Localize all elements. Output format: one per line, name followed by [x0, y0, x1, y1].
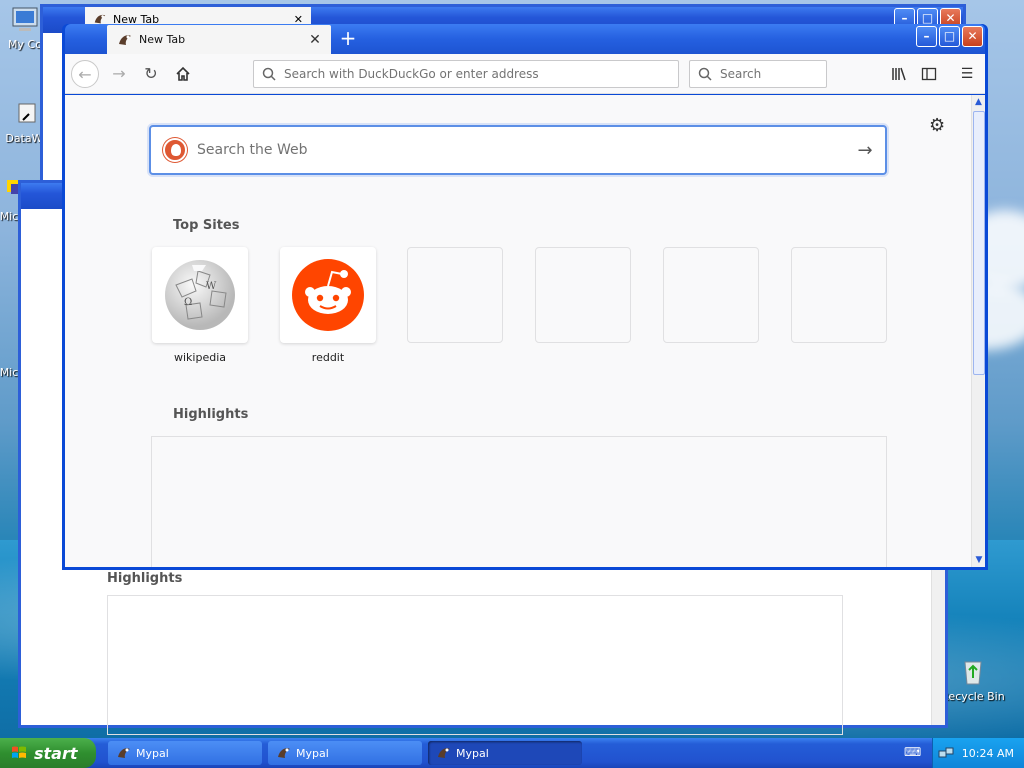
- browser-window[interactable]: New Tab ✕ + – □ ✕ ← → ↻ Search with Duck…: [62, 24, 988, 570]
- tab-bar: New Tab ✕ + – □ ✕: [65, 24, 985, 54]
- mypal-logo-icon: [438, 748, 450, 758]
- arrow-right-icon[interactable]: →: [845, 140, 885, 161]
- computer-icon: [12, 7, 38, 31]
- clock[interactable]: 10:24 AM: [962, 747, 1014, 760]
- windows-logo-icon: [12, 746, 26, 758]
- sidebar-icon: [921, 67, 937, 81]
- minimize-button[interactable]: –: [916, 26, 937, 47]
- mypal-logo-icon: [278, 748, 290, 758]
- svg-text:Ω: Ω: [184, 297, 192, 308]
- close-window-button[interactable]: ✕: [962, 26, 983, 47]
- menu-button[interactable]: ☰: [955, 62, 979, 86]
- taskbar-item[interactable]: Mypal: [268, 741, 422, 765]
- vertical-scrollbar[interactable]: ▲ ▼: [971, 95, 985, 567]
- address-placeholder: Search with DuckDuckGo or enter address: [284, 67, 539, 81]
- library-icon: [892, 67, 906, 81]
- hamburger-menu-icon: ☰: [960, 66, 974, 82]
- nav-toolbar: ← → ↻ Search with DuckDuckGo or enter ad…: [65, 54, 985, 94]
- home-icon: [176, 66, 190, 81]
- sidebar-button[interactable]: [917, 62, 941, 86]
- highlights-title: Highlights: [173, 407, 249, 422]
- top-site-label: wikipedia: [173, 351, 226, 364]
- close-tab-icon[interactable]: ✕: [305, 32, 325, 48]
- library-button[interactable]: [887, 62, 911, 86]
- taskbar: start Mypal Mypal Mypal ⌨ 10:24 AM: [0, 738, 1024, 768]
- shortcut-icon: [18, 103, 36, 123]
- top-site-tile[interactable]: Ω W wikipedia: [152, 247, 248, 364]
- mypal-logo-icon: [118, 748, 130, 758]
- taskbar-item-label: Mypal: [296, 746, 329, 760]
- scroll-down-icon[interactable]: ▼: [972, 553, 986, 567]
- top-site-empty-tile[interactable]: [791, 247, 887, 343]
- desktop-icon-label: Mic: [0, 210, 19, 223]
- web-search-placeholder: Search the Web: [197, 142, 308, 158]
- top-sites-title: Top Sites: [173, 218, 240, 233]
- new-tab-page: ⚙ Search the Web → Top Sites Ω W wikiped…: [65, 95, 971, 567]
- back-button[interactable]: ←: [71, 60, 99, 88]
- tab-new-tab[interactable]: New Tab ✕: [107, 25, 331, 54]
- address-bar[interactable]: Search with DuckDuckGo or enter address: [253, 60, 679, 88]
- search-bar[interactable]: Search: [689, 60, 827, 88]
- taskbar-item-label: Mypal: [136, 746, 169, 760]
- desktop-icon-recycle-bin[interactable]: Recycle Bin: [938, 656, 1008, 703]
- background-highlights-box: [107, 595, 843, 735]
- recycle-bin-icon: [964, 661, 982, 685]
- tab-title: New Tab: [139, 33, 186, 46]
- desktop-icon-label: Mic: [0, 366, 19, 379]
- reload-icon: ↻: [144, 64, 158, 83]
- keyboard-icon[interactable]: ⌨: [904, 745, 921, 759]
- search-placeholder: Search: [720, 67, 762, 81]
- start-label: start: [34, 743, 78, 763]
- window-controls: – □ ✕: [916, 26, 983, 47]
- top-site-tile[interactable]: reddit: [280, 247, 376, 364]
- taskbar-item-active[interactable]: Mypal: [428, 741, 582, 765]
- web-search-input[interactable]: Search the Web →: [149, 125, 887, 175]
- wikipedia-logo-icon: Ω W: [165, 260, 235, 330]
- arrow-right-icon: →: [112, 64, 126, 83]
- reddit-logo-icon: [292, 259, 364, 331]
- reload-button[interactable]: ↻: [137, 60, 165, 88]
- background-highlights-title: Highlights: [107, 571, 183, 586]
- top-site-empty-tile[interactable]: [663, 247, 759, 343]
- top-site-empty-tile[interactable]: [407, 247, 503, 343]
- svg-text:W: W: [206, 281, 217, 292]
- network-icon[interactable]: [938, 745, 954, 761]
- settings-gear-icon[interactable]: ⚙: [929, 115, 945, 136]
- home-button[interactable]: [169, 60, 197, 88]
- maximize-button[interactable]: □: [939, 26, 960, 47]
- top-site-empty-tile[interactable]: [535, 247, 631, 343]
- arrow-left-icon: ←: [78, 65, 92, 84]
- taskbar-item[interactable]: Mypal: [108, 741, 262, 765]
- top-site-label: reddit: [311, 351, 345, 364]
- highlights-box: [151, 436, 887, 567]
- system-tray: 10:24 AM: [932, 738, 1024, 768]
- start-button[interactable]: start: [0, 738, 96, 768]
- taskbar-item-label: Mypal: [456, 746, 489, 760]
- desktop-icon-label: Recycle Bin: [941, 690, 1005, 703]
- scrollbar-thumb[interactable]: [973, 111, 985, 375]
- search-icon: [698, 67, 712, 81]
- desktop-icon-label: My Co: [8, 38, 42, 51]
- scroll-up-icon[interactable]: ▲: [972, 95, 985, 109]
- forward-button[interactable]: →: [105, 60, 133, 88]
- new-tab-button[interactable]: +: [337, 27, 359, 49]
- duckduckgo-logo-icon: [163, 138, 187, 162]
- mypal-logo-icon: [119, 34, 131, 45]
- search-icon: [262, 67, 276, 81]
